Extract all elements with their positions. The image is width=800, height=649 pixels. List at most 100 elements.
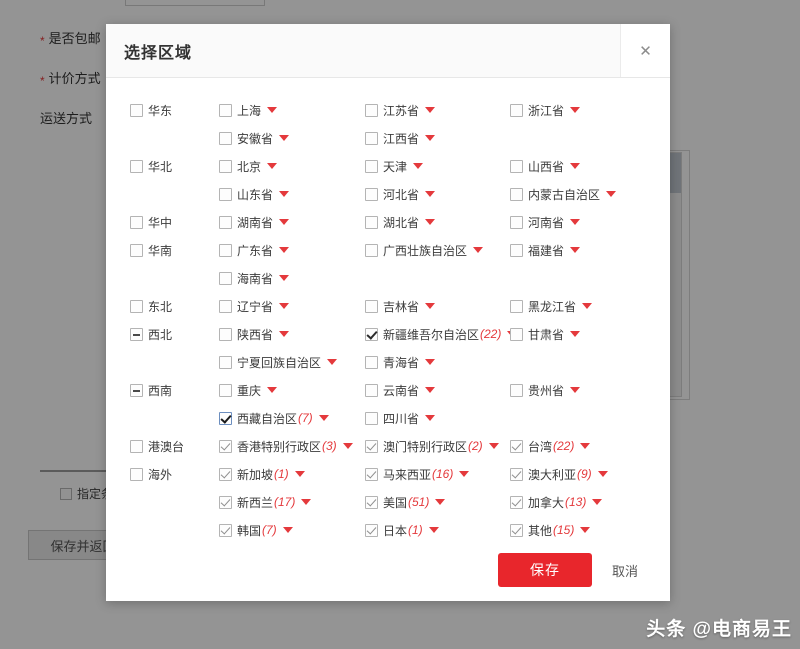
chevron-down-icon[interactable] xyxy=(425,191,436,197)
chevron-down-icon[interactable] xyxy=(279,303,290,309)
checkbox-unchecked-icon[interactable] xyxy=(365,383,378,397)
checkbox-unchecked-icon[interactable] xyxy=(130,103,143,117)
region-item-韩国[interactable]: 韩国 (7) xyxy=(219,516,293,539)
checkbox-unchecked-icon[interactable] xyxy=(219,187,232,201)
region-item-澳门特别行政区[interactable]: 澳门特别行政区 (2) xyxy=(365,432,499,460)
checkbox-checked-icon[interactable] xyxy=(510,467,523,481)
region-item-内蒙古自治区[interactable]: 内蒙古自治区 xyxy=(510,180,617,208)
region-item-新西兰[interactable]: 新西兰 (17) xyxy=(219,488,312,516)
chevron-down-icon[interactable] xyxy=(425,387,436,393)
region-item-安徽省[interactable]: 安徽省 xyxy=(219,124,290,152)
region-item-广西壮族自治区[interactable]: 广西壮族自治区 xyxy=(365,236,484,264)
region-item-湖南省[interactable]: 湖南省 xyxy=(219,208,290,236)
chevron-down-icon[interactable] xyxy=(582,303,593,309)
chevron-down-icon[interactable] xyxy=(279,135,290,141)
checkbox-checked-icon[interactable] xyxy=(219,523,232,537)
chevron-down-icon[interactable] xyxy=(570,163,581,169)
checkbox-unchecked-icon[interactable] xyxy=(219,383,232,397)
checkbox-checked-icon[interactable] xyxy=(510,523,523,537)
checkbox-unchecked-icon[interactable] xyxy=(510,299,523,313)
region-item-贵州省[interactable]: 贵州省 xyxy=(510,376,581,404)
region-item-湖北省[interactable]: 湖北省 xyxy=(365,208,436,236)
region-item-东北[interactable]: 东北 xyxy=(130,292,172,320)
chevron-down-icon[interactable] xyxy=(606,191,617,197)
region-item-重庆[interactable]: 重庆 xyxy=(219,376,278,404)
region-item-日本[interactable]: 日本 (1) xyxy=(365,516,439,539)
chevron-down-icon[interactable] xyxy=(301,499,312,505)
checkbox-unchecked-icon[interactable] xyxy=(219,327,232,341)
checkbox-checked-icon[interactable] xyxy=(219,439,232,453)
region-item-辽宁省[interactable]: 辽宁省 xyxy=(219,292,290,320)
save-button[interactable]: 保存 xyxy=(497,553,592,587)
checkbox-checked-icon[interactable] xyxy=(365,523,378,537)
region-item-新加坡[interactable]: 新加坡 (1) xyxy=(219,460,305,488)
checkbox-checked-icon[interactable] xyxy=(365,495,378,509)
chevron-down-icon[interactable] xyxy=(597,471,608,477)
checkbox-unchecked-icon[interactable] xyxy=(219,131,232,145)
chevron-down-icon[interactable] xyxy=(580,527,591,533)
chevron-down-icon[interactable] xyxy=(294,471,305,477)
chevron-down-icon[interactable] xyxy=(279,247,290,253)
region-item-西藏自治区[interactable]: 西藏自治区 (7) xyxy=(219,404,329,432)
region-item-云南省[interactable]: 云南省 xyxy=(365,376,436,404)
chevron-down-icon[interactable] xyxy=(279,219,290,225)
region-item-华中[interactable]: 华中 xyxy=(130,208,172,236)
chevron-down-icon[interactable] xyxy=(279,331,290,337)
region-item-江西省[interactable]: 江西省 xyxy=(365,124,436,152)
checkbox-unchecked-icon[interactable] xyxy=(130,243,143,257)
checkbox-unchecked-icon[interactable] xyxy=(365,215,378,229)
checkbox-checked-icon[interactable] xyxy=(219,467,232,481)
chevron-down-icon[interactable] xyxy=(327,359,338,365)
region-item-海外[interactable]: 海外 xyxy=(130,460,172,488)
checkbox-unchecked-icon[interactable] xyxy=(130,215,143,229)
region-item-甘肃省[interactable]: 甘肃省 xyxy=(510,320,581,348)
region-item-四川省[interactable]: 四川省 xyxy=(365,404,436,432)
checkbox-unchecked-icon[interactable] xyxy=(365,355,378,369)
region-item-山东省[interactable]: 山东省 xyxy=(219,180,290,208)
region-item-福建省[interactable]: 福建省 xyxy=(510,236,581,264)
chevron-down-icon[interactable] xyxy=(473,247,484,253)
checkbox-unchecked-icon[interactable] xyxy=(219,299,232,313)
checkbox-unchecked-icon[interactable] xyxy=(510,383,523,397)
region-item-吉林省[interactable]: 吉林省 xyxy=(365,292,436,320)
chevron-down-icon[interactable] xyxy=(318,415,329,421)
chevron-down-icon[interactable] xyxy=(570,331,581,337)
chevron-down-icon[interactable] xyxy=(580,443,591,449)
chevron-down-icon[interactable] xyxy=(425,415,436,421)
region-item-河北省[interactable]: 河北省 xyxy=(365,180,436,208)
checkbox-unchecked-icon[interactable] xyxy=(365,103,378,117)
region-item-美国[interactable]: 美国 (51) xyxy=(365,488,446,516)
region-item-广东省[interactable]: 广东省 xyxy=(219,236,290,264)
region-item-江苏省[interactable]: 江苏省 xyxy=(365,96,436,124)
checkbox-unchecked-icon[interactable] xyxy=(510,243,523,257)
checkbox-checked-icon[interactable] xyxy=(219,411,232,425)
chevron-down-icon[interactable] xyxy=(570,247,581,253)
checkbox-checked-icon[interactable] xyxy=(510,439,523,453)
chevron-down-icon[interactable] xyxy=(425,359,436,365)
checkbox-indeterminate-icon[interactable] xyxy=(130,383,143,397)
chevron-down-icon[interactable] xyxy=(570,107,581,113)
region-item-黑龙江省[interactable]: 黑龙江省 xyxy=(510,292,593,320)
checkbox-unchecked-icon[interactable] xyxy=(365,299,378,313)
chevron-down-icon[interactable] xyxy=(425,303,436,309)
region-item-山西省[interactable]: 山西省 xyxy=(510,152,581,180)
chevron-down-icon[interactable] xyxy=(592,499,603,505)
checkbox-unchecked-icon[interactable] xyxy=(510,187,523,201)
chevron-down-icon[interactable] xyxy=(279,275,290,281)
chevron-down-icon[interactable] xyxy=(267,107,278,113)
region-item-其他[interactable]: 其他 (15) xyxy=(510,516,591,539)
region-item-天津[interactable]: 天津 xyxy=(365,152,424,180)
checkbox-unchecked-icon[interactable] xyxy=(219,103,232,117)
checkbox-indeterminate-icon[interactable] xyxy=(130,327,143,341)
region-item-港澳台[interactable]: 港澳台 xyxy=(130,432,184,460)
region-item-华南[interactable]: 华南 xyxy=(130,236,172,264)
region-item-浙江省[interactable]: 浙江省 xyxy=(510,96,581,124)
region-item-陕西省[interactable]: 陕西省 xyxy=(219,320,290,348)
checkbox-unchecked-icon[interactable] xyxy=(365,187,378,201)
region-item-澳大利亚[interactable]: 澳大利亚 (9) xyxy=(510,460,608,488)
chevron-down-icon[interactable] xyxy=(282,527,293,533)
checkbox-unchecked-icon[interactable] xyxy=(365,131,378,145)
checkbox-unchecked-icon[interactable] xyxy=(510,159,523,173)
checkbox-unchecked-icon[interactable] xyxy=(130,439,143,453)
chevron-down-icon[interactable] xyxy=(342,443,353,449)
